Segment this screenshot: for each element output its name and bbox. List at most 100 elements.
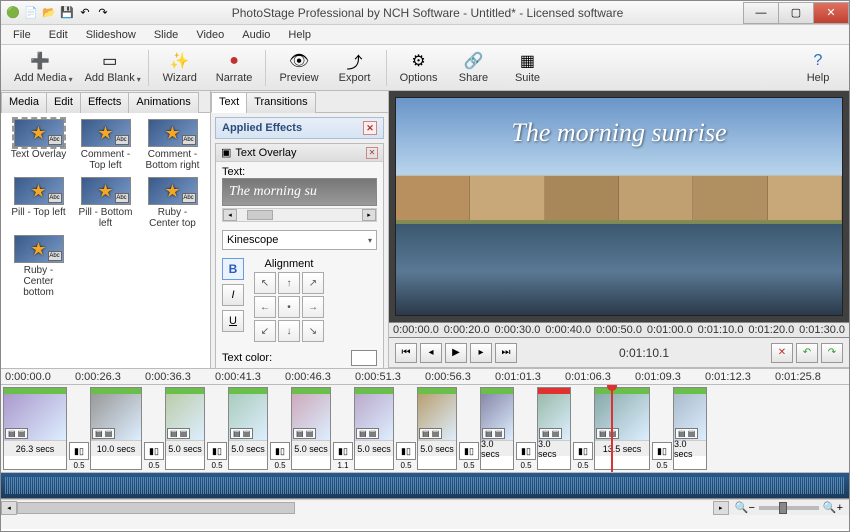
transition[interactable]: ▮▯0.5 xyxy=(651,387,673,470)
menu-file[interactable]: File xyxy=(5,27,39,43)
tab-text[interactable]: Text xyxy=(211,92,247,113)
maximize-button[interactable]: ▢ xyxy=(778,2,814,24)
transition[interactable]: ▮▯0.5 xyxy=(395,387,417,470)
help-button[interactable]: ?Help xyxy=(791,47,845,89)
preview-viewport[interactable]: The morning sunrise xyxy=(395,97,843,316)
zoom-slider[interactable] xyxy=(759,506,819,510)
goto-start-button[interactable]: ⏮ xyxy=(395,343,417,363)
minimize-button[interactable]: — xyxy=(743,2,779,24)
align-bl[interactable]: ↙ xyxy=(254,320,276,342)
text-preset[interactable]: ★AbcRuby - Center top xyxy=(141,177,204,229)
timeline-clip[interactable]: ▤ ▤5.0 secs xyxy=(354,387,394,470)
text-preset[interactable]: ★AbcPill - Bottom left xyxy=(74,177,137,229)
new-icon[interactable]: 📄 xyxy=(23,5,39,21)
align-bc[interactable]: ↓ xyxy=(278,320,300,342)
text-preset[interactable]: ★AbcText Overlay xyxy=(7,119,70,171)
preview-button[interactable]: 👁Preview xyxy=(270,47,327,89)
tab-transitions[interactable]: Transitions xyxy=(246,92,315,113)
video-track[interactable]: ▤ ▤26.3 secs▮▯0.5▤ ▤10.0 secs▮▯0.5▤ ▤5.0… xyxy=(1,385,849,473)
zoom-in-icon[interactable]: 🔍+ xyxy=(823,501,843,514)
scroll-thumb[interactable] xyxy=(247,210,273,220)
align-tr[interactable]: ↗ xyxy=(302,272,324,294)
undo-icon[interactable]: ↶ xyxy=(77,5,93,21)
tab-media[interactable]: Media xyxy=(1,92,47,113)
timeline-clip[interactable]: ▤ ▤5.0 secs xyxy=(228,387,268,470)
narrate-button[interactable]: ●Narrate xyxy=(207,47,262,89)
transition[interactable]: ▮▯1.1 xyxy=(332,387,354,470)
scroll-left-icon[interactable]: ◂ xyxy=(223,209,237,221)
align-mc[interactable]: • xyxy=(278,296,300,318)
audio-track[interactable] xyxy=(1,473,849,499)
zoom-out-icon[interactable]: 🔍− xyxy=(735,501,755,514)
save-icon[interactable]: 💾 xyxy=(59,5,75,21)
timeline-clip[interactable]: ▤ ▤3.0 secs xyxy=(537,387,571,470)
tab-animations[interactable]: Animations xyxy=(128,92,198,113)
transition[interactable]: ▮▯0.5 xyxy=(68,387,90,470)
timeline-ruler[interactable]: 0:00:00.00:00:26.30:00:36.30:00:41.30:00… xyxy=(1,369,849,385)
options-button[interactable]: ⚙Options xyxy=(391,47,447,89)
align-mr[interactable]: → xyxy=(302,296,324,318)
subpanel-header[interactable]: ▣ Text Overlay ✕ xyxy=(216,144,383,162)
timeline-clip[interactable]: ▤ ▤3.0 secs xyxy=(673,387,707,470)
transition[interactable]: ▮▯0.5 xyxy=(458,387,480,470)
transition[interactable]: ▮▯0.5 xyxy=(206,387,228,470)
scroll-right-icon[interactable]: ▸ xyxy=(362,209,376,221)
timeline-clip[interactable]: ▤ ▤5.0 secs xyxy=(417,387,457,470)
delete-button[interactable]: ✕ xyxy=(771,343,793,363)
menu-edit[interactable]: Edit xyxy=(41,27,76,43)
tab-effects[interactable]: Effects xyxy=(80,92,129,113)
timeline-clip[interactable]: ▤ ▤26.3 secs xyxy=(3,387,67,470)
transition[interactable]: ▮▯0.5 xyxy=(515,387,537,470)
text-preset[interactable]: ★AbcRuby - Center bottom xyxy=(7,235,70,298)
menu-audio[interactable]: Audio xyxy=(234,27,278,43)
scroll-right-button[interactable]: ▸ xyxy=(713,501,729,515)
redo-icon[interactable]: ↷ xyxy=(95,5,111,21)
menu-slide[interactable]: Slide xyxy=(146,27,186,43)
playhead[interactable] xyxy=(611,385,613,472)
menu-help[interactable]: Help xyxy=(280,27,319,43)
align-ml[interactable]: ← xyxy=(254,296,276,318)
menu-video[interactable]: Video xyxy=(188,27,232,43)
close-button[interactable]: ✕ xyxy=(813,2,849,24)
font-dropdown[interactable]: Kinescope ▾ xyxy=(222,230,377,250)
scroll-thumb[interactable] xyxy=(17,502,295,514)
text-preset[interactable]: ★AbcComment - Top left xyxy=(74,119,137,171)
text-preset[interactable]: ★AbcComment - Bottom right xyxy=(141,119,204,171)
zoom-knob[interactable] xyxy=(779,502,787,514)
undo-transport[interactable]: ↶ xyxy=(796,343,818,363)
close-panel-icon[interactable]: ✕ xyxy=(363,121,377,135)
step-back-button[interactable]: ◂ xyxy=(420,343,442,363)
timeline-clip[interactable]: ▤ ▤10.0 secs xyxy=(90,387,142,470)
preview-ruler[interactable]: 0:00:00.00:00:20.00:00:30.00:00:40.00:00… xyxy=(389,322,849,338)
align-tl[interactable]: ↖ xyxy=(254,272,276,294)
timeline-clip[interactable]: ▤ ▤5.0 secs xyxy=(165,387,205,470)
scroll-track[interactable] xyxy=(17,501,713,515)
italic-button[interactable]: I xyxy=(222,284,244,306)
play-button[interactable]: ▶ xyxy=(445,343,467,363)
bold-button[interactable]: B xyxy=(222,258,244,280)
open-icon[interactable]: 📂 xyxy=(41,5,57,21)
timeline-scrollbar[interactable]: ◂ ▸ 🔍− 🔍+ xyxy=(1,499,849,515)
color-swatch[interactable] xyxy=(351,350,377,366)
step-fwd-button[interactable]: ▸ xyxy=(470,343,492,363)
menu-slideshow[interactable]: Slideshow xyxy=(78,27,144,43)
suite-button[interactable]: ▦Suite xyxy=(500,47,554,89)
timeline-clip[interactable]: ▤ ▤5.0 secs xyxy=(291,387,331,470)
add-blank-button[interactable]: ▭Add Blank▾ xyxy=(76,47,144,89)
timeline-clip[interactable]: ▤ ▤13.5 secs xyxy=(594,387,650,470)
transition[interactable]: ▮▯0.5 xyxy=(143,387,165,470)
text-scroll[interactable]: ◂ ▸ xyxy=(222,208,377,222)
scroll-left-button[interactable]: ◂ xyxy=(1,501,17,515)
align-tc[interactable]: ↑ xyxy=(278,272,300,294)
share-button[interactable]: 🔗Share xyxy=(446,47,500,89)
timeline-clip[interactable]: ▤ ▤3.0 secs xyxy=(480,387,514,470)
wizard-button[interactable]: ✨Wizard xyxy=(153,47,207,89)
transition[interactable]: ▮▯0.5 xyxy=(572,387,594,470)
export-button[interactable]: ⤴Export xyxy=(328,47,382,89)
text-preview[interactable]: The morning su xyxy=(222,178,377,206)
remove-effect-icon[interactable]: ✕ xyxy=(366,147,378,159)
underline-button[interactable]: U xyxy=(222,310,244,332)
tab-edit[interactable]: Edit xyxy=(46,92,81,113)
text-preset[interactable]: ★AbcPill - Top left xyxy=(7,177,70,229)
goto-end-button[interactable]: ⏭ xyxy=(495,343,517,363)
